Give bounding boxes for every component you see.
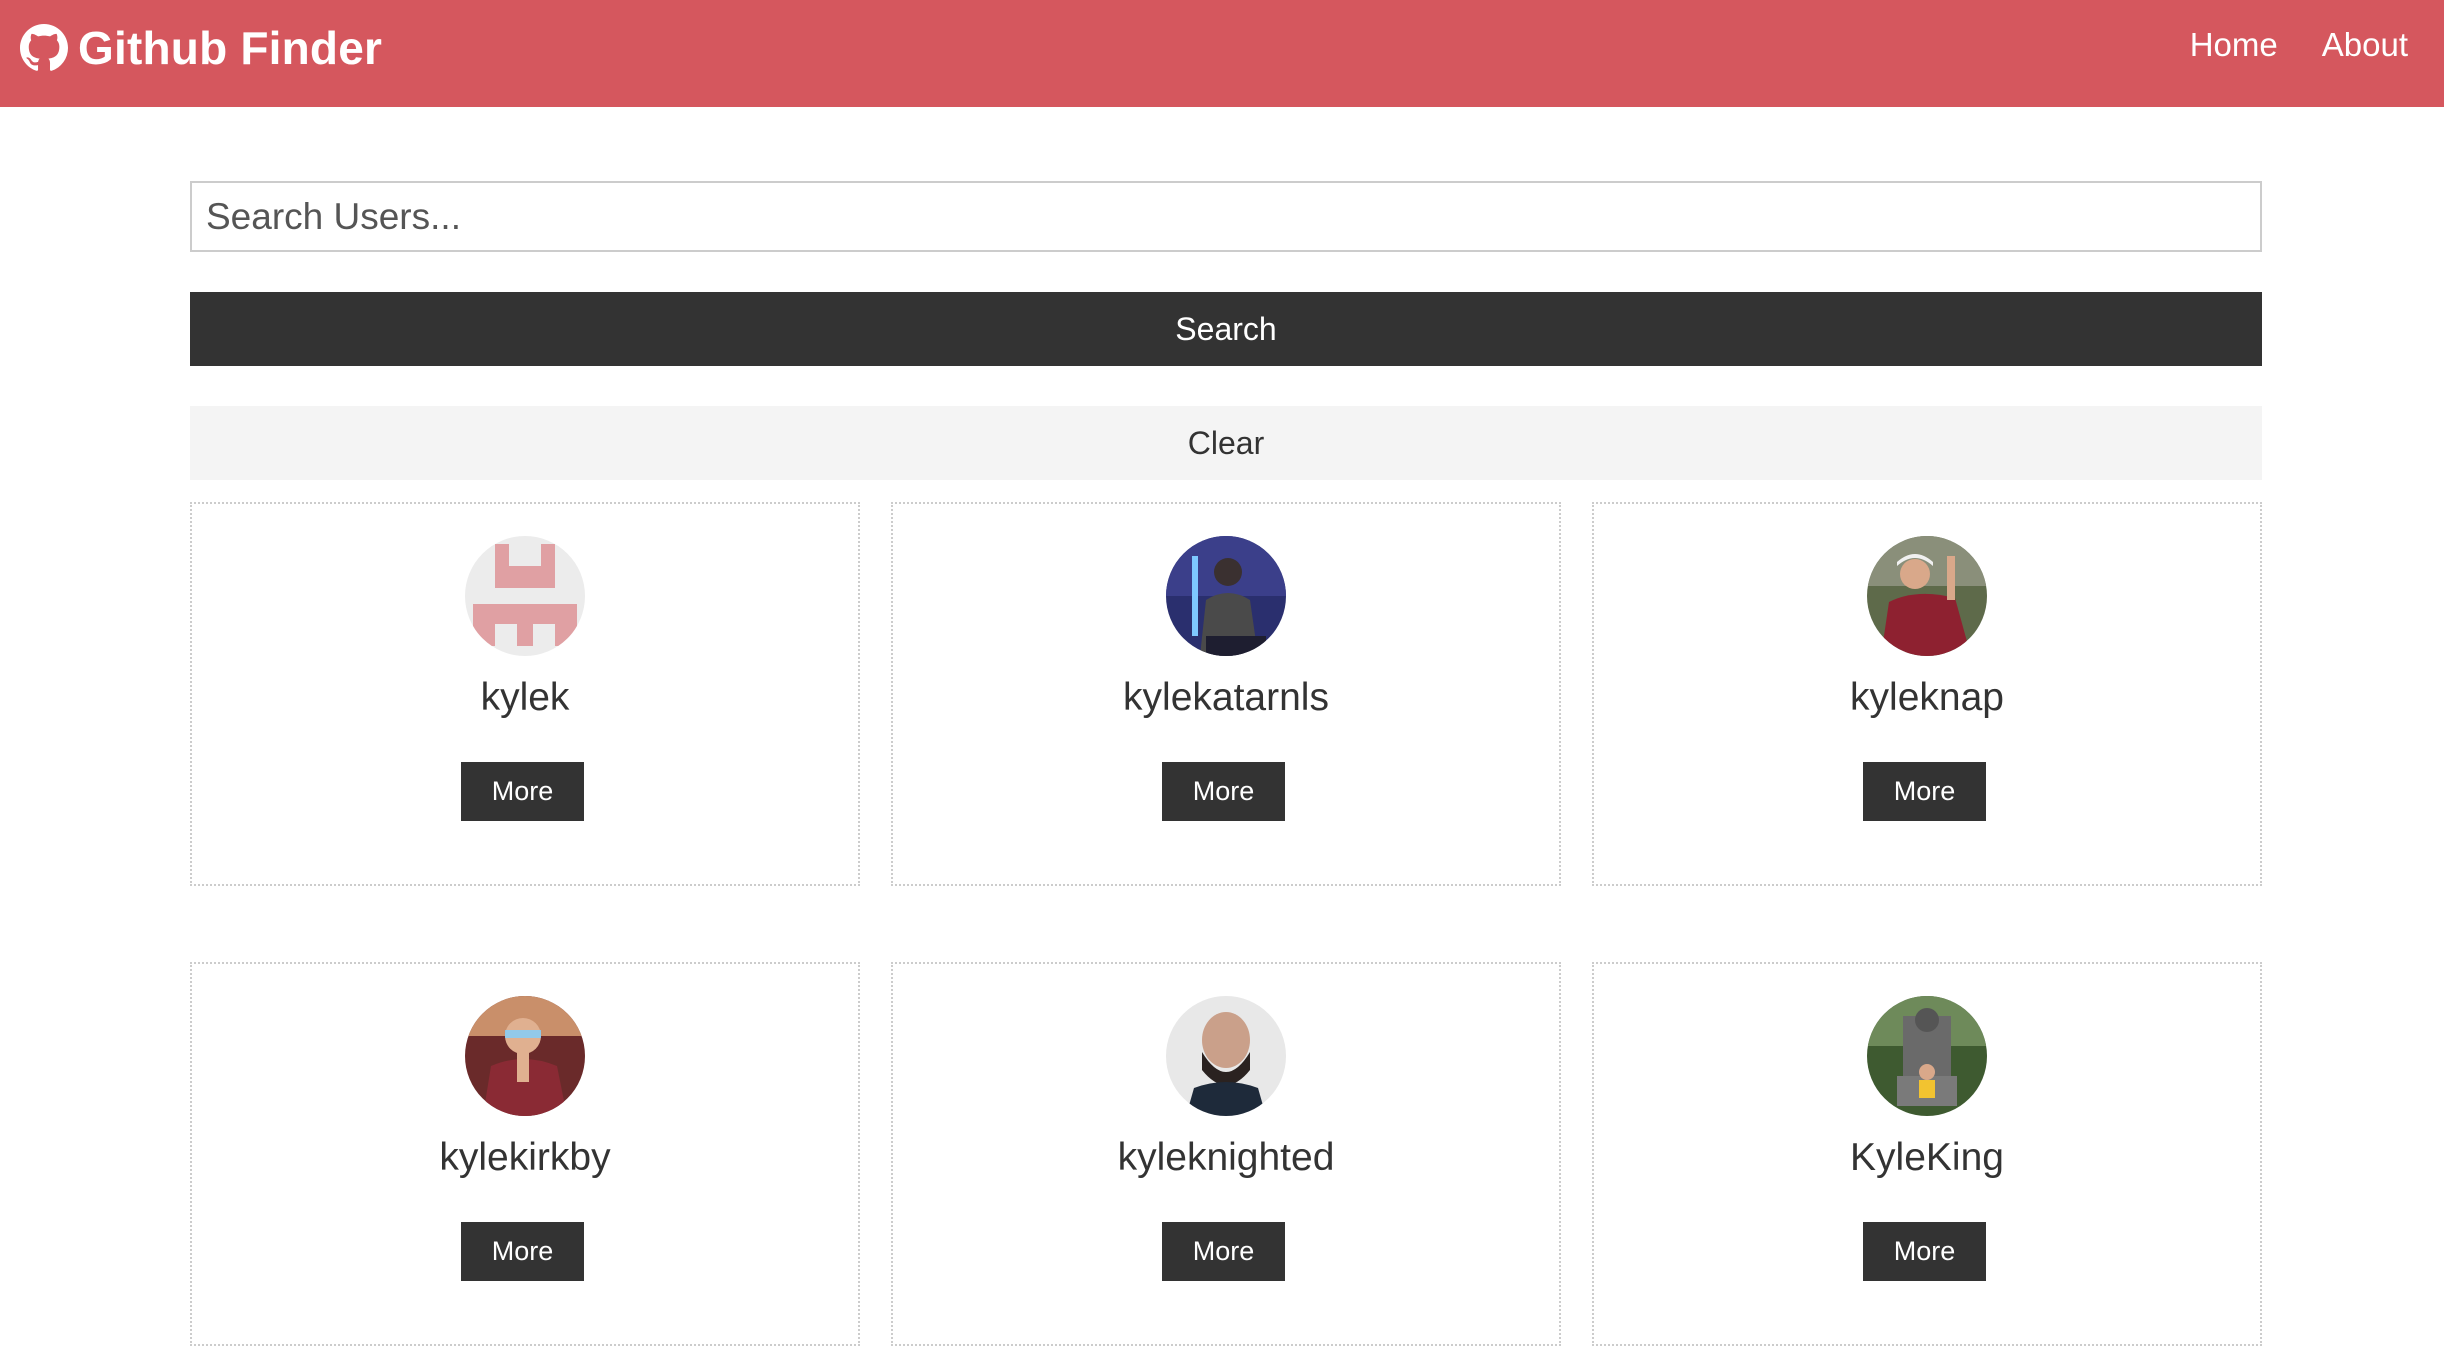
username: kylekatarnls xyxy=(1123,676,1329,719)
nav-link-about[interactable]: About xyxy=(2322,26,2408,64)
clear-button[interactable]: Clear xyxy=(190,406,2262,480)
username: kyleknighted xyxy=(1117,1136,1335,1179)
more-button[interactable]: More xyxy=(1162,1222,1285,1281)
github-icon xyxy=(20,24,68,72)
more-button[interactable]: More xyxy=(461,762,584,821)
username: KyleKing xyxy=(1850,1136,2004,1179)
more-button[interactable]: More xyxy=(1162,762,1285,821)
photo-avatar xyxy=(1867,996,1987,1116)
user-card: kylek More xyxy=(190,502,860,886)
user-card: kylekirkby More xyxy=(190,962,860,1346)
more-button[interactable]: More xyxy=(1863,1222,1986,1281)
username: kylek xyxy=(480,676,570,719)
identicon-avatar xyxy=(465,536,585,656)
nav-link-home[interactable]: Home xyxy=(2190,26,2278,64)
search-input[interactable] xyxy=(190,181,2262,252)
photo-avatar xyxy=(1166,536,1286,656)
more-button[interactable]: More xyxy=(1863,762,1986,821)
photo-avatar xyxy=(1867,536,1987,656)
user-card: KyleKing More xyxy=(1592,962,2262,1346)
username: kylekirkby xyxy=(439,1136,611,1179)
brand: Github Finder xyxy=(20,20,382,76)
user-card: kylekatarnls More xyxy=(891,502,1561,886)
photo-avatar xyxy=(1166,996,1286,1116)
user-card: kyleknighted More xyxy=(891,962,1561,1346)
search-button[interactable]: Search xyxy=(190,292,2262,366)
navbar: Github Finder Home About xyxy=(0,0,2444,107)
app-title: Github Finder xyxy=(78,22,383,74)
user-grid: kylek More kylekatarnls More kyleknap Mo… xyxy=(190,502,2262,1346)
user-card: kyleknap More xyxy=(1592,502,2262,886)
photo-avatar xyxy=(465,996,585,1116)
nav-links: Home About xyxy=(2190,26,2408,64)
more-button[interactable]: More xyxy=(461,1222,584,1281)
username: kyleknap xyxy=(1850,676,2004,719)
